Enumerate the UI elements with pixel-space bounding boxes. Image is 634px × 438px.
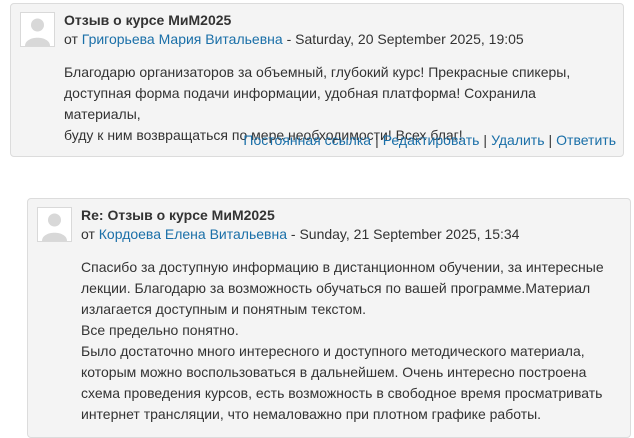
separator: | <box>548 132 553 148</box>
post-subject: Отзыв о курсе МиМ2025 <box>64 12 232 28</box>
post-commands: Постоянная ссылка | Редактировать | Удалить |… <box>243 132 616 148</box>
forum-post: Отзыв о курсе МиМ2025 от Григорьева Мари… <box>10 3 624 157</box>
delete-link[interactable]: Удалить <box>491 132 544 148</box>
by-label: от <box>64 31 78 47</box>
author-link[interactable]: Кордоева Елена Витальевна <box>99 226 287 242</box>
content-line: лекции. Благодарю за возможность обучать… <box>81 280 591 296</box>
reply-link[interactable]: Ответить <box>556 132 616 148</box>
content-line: излагается доступным и понятным текстом. <box>81 301 367 317</box>
user-avatar-icon[interactable] <box>20 12 55 47</box>
user-avatar-icon[interactable] <box>37 207 72 242</box>
separator: | <box>375 132 379 148</box>
post-byline: от Григорьева Мария Витальевна - Saturda… <box>64 31 524 47</box>
edit-link[interactable]: Редактировать <box>383 132 480 148</box>
content-line: доступная форма подачи информации, удобн… <box>64 85 536 122</box>
content-line: Спасибо за доступную информацию в дистан… <box>81 259 604 275</box>
post-subject: Re: Отзыв о курсе МиМ2025 <box>81 207 275 223</box>
content-line: Благодарю организаторов за объемный, глу… <box>64 64 571 80</box>
author-link[interactable]: Григорьева Мария Витальевна <box>82 31 283 47</box>
post-content: Спасибо за доступную информацию в дистан… <box>81 257 633 425</box>
content-line: Все предельно понятно. <box>81 322 239 338</box>
content-line: которым можно воспользоваться в дальнейш… <box>81 364 587 380</box>
separator: | <box>483 132 488 148</box>
forum-post-reply: Re: Отзыв о курсе МиМ2025 от Кордоева Ел… <box>27 198 631 438</box>
by-label: от <box>81 226 95 242</box>
post-date: - Saturday, 20 September 2025, 19:05 <box>282 31 524 47</box>
post-date: - Sunday, 21 September 2025, 15:34 <box>287 226 520 242</box>
post-byline: от Кордоева Елена Витальевна - Sunday, 2… <box>81 226 519 242</box>
permalink-link[interactable]: Постоянная ссылка <box>243 132 371 148</box>
content-line: схема проведения курсов, есть возможност… <box>81 385 603 401</box>
content-line: Было достаточно много интересного и дост… <box>81 343 585 359</box>
